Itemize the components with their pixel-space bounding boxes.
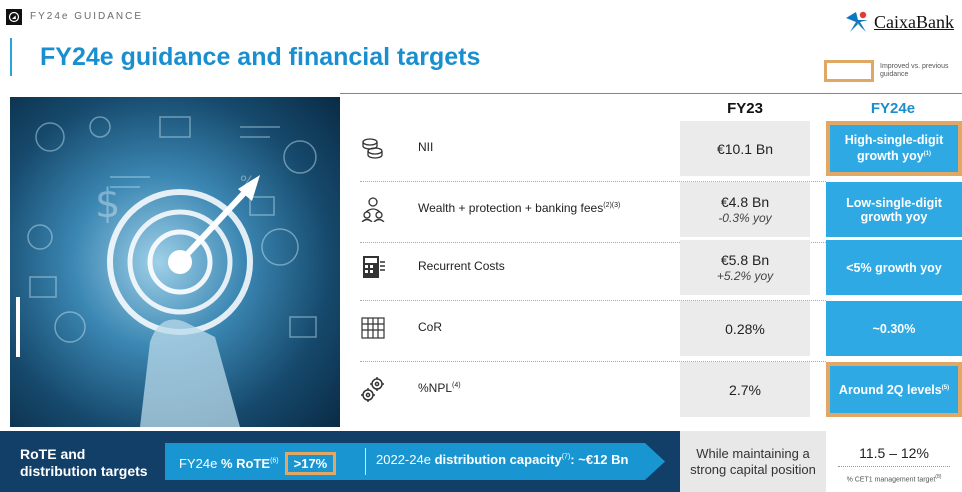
rote-target: FY24e % RoTE(6) >17%: [179, 452, 337, 475]
compass-icon: [6, 9, 22, 25]
guidance-row-costs: Recurrent Costs €5.8 Bn +5.2% yoy <5% gro…: [360, 240, 962, 301]
legend-label: Improved vs. previous guidance: [880, 63, 949, 78]
header: FY24e GUIDANCE FY24e guidance and financ…: [0, 0, 962, 100]
calculator-icon: [360, 254, 386, 280]
advisor-icon: [360, 196, 386, 223]
caixabank-logo: CaixaBank: [844, 10, 954, 34]
row-label: %NPL(4): [418, 381, 461, 395]
column-header-fy23: FY23: [727, 100, 763, 117]
abacus-icon: [360, 315, 386, 341]
fy24e-guidance: ~0.30%: [826, 301, 962, 356]
guidance-row-nii: NII €10.1 Bn High-single-digit growth yo…: [360, 121, 962, 182]
gears-icon: [360, 376, 386, 402]
row-label: Recurrent Costs: [418, 259, 505, 273]
row-label: Wealth + protection + banking fees(2)(3): [418, 201, 621, 215]
coins-icon: [360, 135, 386, 161]
row-label: NII: [418, 140, 434, 154]
title-accent-rule: [10, 38, 12, 76]
cet1-rule: [838, 466, 950, 467]
targets-divider: [365, 448, 366, 475]
targets-bar: RoTE and distribution targets FY24e % Ro…: [0, 431, 962, 492]
hero-target-illustration: $ %: [10, 97, 340, 427]
distribution-capacity-target: 2022-24e distribution capacity(7): ~€12 …: [376, 452, 629, 467]
fy23-value: 2.7%: [680, 362, 810, 417]
logo-text: CaixaBank: [874, 11, 954, 32]
fy23-value: €4.8 Bn -0.3% yoy: [680, 182, 810, 237]
fy23-value: 0.28%: [680, 301, 810, 356]
guidance-row-cor: CoR 0.28% ~0.30%: [360, 301, 962, 362]
cet1-range: 11.5 – 12%: [859, 445, 929, 461]
cet1-target: 11.5 – 12% % CET1 management target(8): [826, 431, 962, 492]
svg-text:$: $: [95, 181, 120, 227]
fy24e-guidance: High-single-digit growth yoy(1): [826, 121, 962, 176]
fy23-value: €5.8 Bn +5.2% yoy: [680, 240, 810, 295]
cet1-note: % CET1 management target(8): [846, 474, 942, 484]
row-label: CoR: [418, 320, 443, 334]
rote-target-value: >17%: [284, 452, 337, 475]
targets-title: RoTE and distribution targets: [20, 446, 148, 479]
header-divider: [340, 93, 962, 94]
rote-targets-panel: RoTE and distribution targets FY24e % Ro…: [0, 431, 680, 492]
star-logo-icon: [846, 11, 869, 32]
fy23-yoy-change: +5.2% yoy: [716, 269, 774, 283]
capital-position-text: While maintaining a strong capital posit…: [680, 431, 826, 492]
legend-swatch: [824, 60, 874, 82]
section-label: FY24e GUIDANCE: [30, 11, 144, 22]
column-header-fy24e: FY24e: [870, 100, 916, 117]
fy23-value: €10.1 Bn: [680, 121, 810, 176]
page-title: FY24e guidance and financial targets: [40, 43, 481, 71]
guidance-row-npl: %NPL(4) 2.7% Around 2Q levels(5): [360, 362, 962, 417]
legend: Improved vs. previous guidance: [824, 60, 960, 82]
guidance-row-fees: Wealth + protection + banking fees(2)(3)…: [360, 182, 962, 243]
fy24e-guidance: <5% growth yoy: [826, 240, 962, 295]
fy23-yoy-change: -0.3% yoy: [718, 211, 772, 225]
fy24e-guidance: Around 2Q levels(5): [826, 362, 962, 417]
fy24e-guidance: Low-single-digit growth yoy: [826, 182, 962, 237]
